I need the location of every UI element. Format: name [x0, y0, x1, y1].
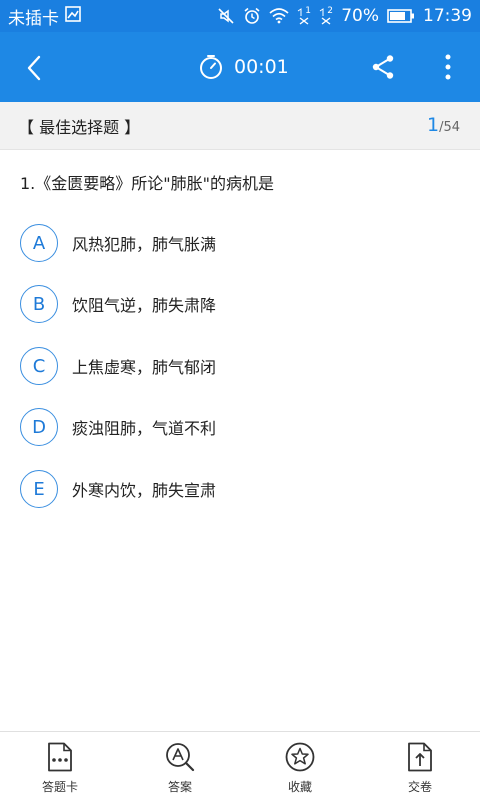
tab-label: 交卷	[407, 780, 432, 794]
battery-icon	[387, 8, 415, 24]
share-icon	[372, 55, 394, 79]
stopwatch-icon	[200, 55, 222, 79]
status-bar: 未插卡 1 2 70% 17:39	[0, 0, 480, 32]
option-letter-badge: B	[20, 285, 58, 323]
tab-label: 答题卡	[41, 780, 78, 794]
option-text: 外寒内饮，肺失宣肃	[72, 481, 217, 500]
answer-search-icon	[166, 743, 195, 772]
star-icon	[285, 742, 315, 772]
tab-submit[interactable]: 交卷	[360, 732, 480, 800]
section-title: 【 最佳选择题 】	[18, 117, 141, 137]
option-letter-badge: E	[20, 470, 58, 508]
option-c[interactable]: C 上焦虚寒，肺气郁闭	[20, 346, 460, 386]
option-d[interactable]: D 痰浊阻肺，气道不利	[20, 407, 460, 447]
option-letter-badge: C	[20, 347, 58, 385]
current-question-number: 1	[426, 114, 440, 136]
sim2-tag: 2	[327, 6, 333, 16]
image-notification-icon	[65, 5, 81, 27]
option-text: 痰浊阻肺，气道不利	[72, 419, 217, 438]
answer-sheet-icon	[48, 742, 72, 772]
carrier-text: 未插卡	[8, 8, 59, 29]
sim1-no-signal-icon: 1	[297, 7, 311, 25]
sim1-tag: 1	[305, 6, 311, 16]
tab-answer[interactable]: 答案	[120, 732, 240, 800]
option-letter-badge: A	[20, 224, 58, 262]
bottom-toolbar: 答题卡 答案 收藏 交卷	[0, 731, 480, 800]
section-header: 【 最佳选择题 】 1 /54	[0, 102, 480, 150]
wifi-icon	[269, 8, 289, 24]
timer: 00:01	[198, 52, 289, 82]
tab-favorite[interactable]: 收藏	[240, 732, 360, 800]
option-text: 风热犯肺，肺气胀满	[72, 235, 217, 254]
option-letter-badge: D	[20, 408, 58, 446]
back-button[interactable]	[14, 52, 54, 84]
clock-time: 17:39	[423, 6, 472, 26]
question-counter: 1 /54	[427, 114, 460, 136]
total-questions: /54	[439, 120, 460, 135]
share-button[interactable]	[366, 50, 400, 84]
question-text: 1.《金匮要略》所论"肺胀"的病机是	[20, 174, 274, 193]
alarm-icon	[243, 7, 261, 25]
option-text: 上焦虚寒，肺气郁闭	[72, 358, 217, 377]
sim2-no-signal-icon: 2	[319, 7, 333, 25]
submit-icon	[408, 742, 432, 772]
app-bar: 00:01	[0, 32, 480, 102]
tab-label: 答案	[167, 780, 192, 794]
more-vertical-icon	[445, 54, 451, 80]
option-b[interactable]: B 饮阻气逆，肺失肃降	[20, 284, 460, 324]
timer-text: 00:01	[234, 56, 289, 78]
mute-icon	[217, 7, 235, 25]
option-text: 饮阻气逆，肺失肃降	[72, 296, 217, 315]
battery-percent: 70%	[341, 6, 379, 26]
tab-answer-sheet[interactable]: 答题卡	[0, 732, 120, 800]
option-a[interactable]: A 风热犯肺，肺气胀满	[20, 223, 460, 263]
more-options-button[interactable]	[434, 50, 462, 84]
option-e[interactable]: E 外寒内饮，肺失宣肃	[20, 469, 460, 509]
chevron-left-icon	[27, 55, 41, 81]
tab-label: 收藏	[287, 780, 312, 794]
